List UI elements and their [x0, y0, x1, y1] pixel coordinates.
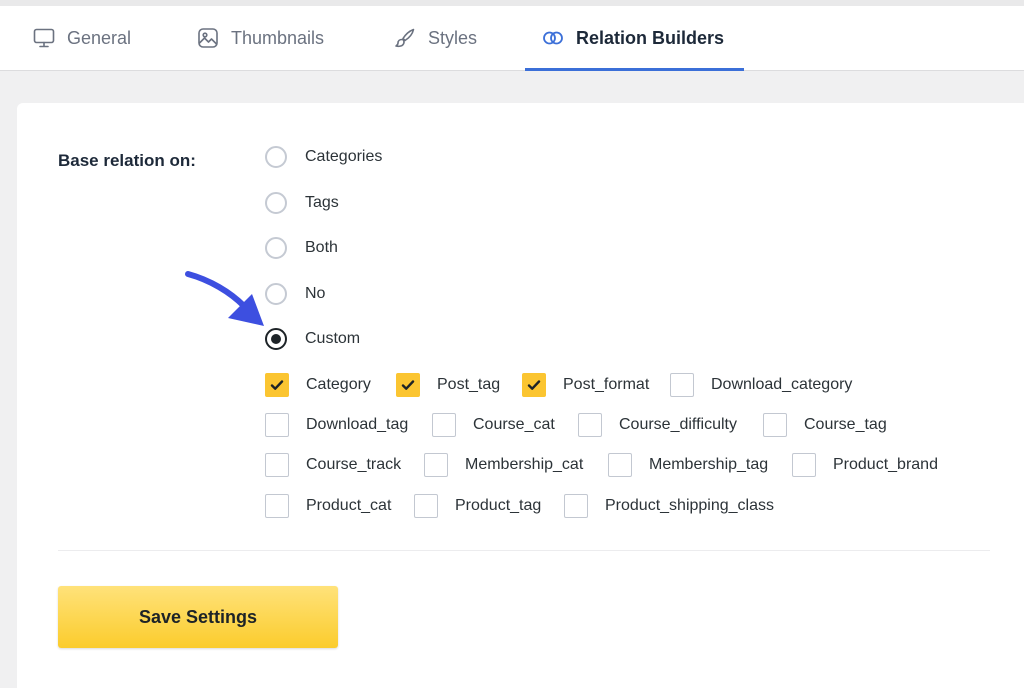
radio-label: Custom: [305, 330, 361, 347]
radio-both[interactable]: Both: [265, 234, 338, 262]
radio-no[interactable]: No: [265, 280, 325, 308]
checkbox-control[interactable]: [670, 373, 694, 397]
checkbox-label: Course_cat: [473, 416, 555, 433]
checkbox-control[interactable]: [763, 413, 787, 437]
checkbox-product-tag[interactable]: Product_tag: [414, 493, 541, 519]
radio-label: No: [305, 285, 326, 302]
checkbox-label: Course_difficulty: [619, 416, 737, 433]
checkbox-control[interactable]: [414, 494, 438, 518]
checkbox-label: Product_tag: [455, 497, 542, 514]
settings-tabs: General Thumbnails Styles Relation Build…: [0, 6, 1024, 71]
checkbox-control[interactable]: [564, 494, 588, 518]
checkbox-label: Product_shipping_class: [605, 497, 774, 514]
checkbox-course-track[interactable]: Course_track: [265, 452, 401, 478]
checkbox-label: Membership_cat: [465, 456, 584, 473]
checkbox-post-format[interactable]: Post_format: [522, 372, 649, 398]
checkbox-label: Download_tag: [306, 416, 409, 433]
checkbox-category[interactable]: Category: [265, 372, 371, 398]
checkbox-control[interactable]: [432, 413, 456, 437]
radio-label: Both: [305, 239, 338, 256]
checkbox-label: Download_category: [711, 376, 853, 393]
tab-general[interactable]: General: [32, 6, 131, 70]
checkbox-label: Course_track: [306, 456, 402, 473]
checkbox-control[interactable]: [265, 413, 289, 437]
checkbox-post-tag[interactable]: Post_tag: [396, 372, 500, 398]
tab-thumbnails-label: Thumbnails: [231, 27, 325, 48]
radio-categories[interactable]: Categories: [265, 143, 382, 171]
checkbox-control[interactable]: [608, 453, 632, 477]
checkbox-label: Product_brand: [833, 456, 938, 473]
save-settings-button[interactable]: Save Settings: [58, 586, 338, 648]
divider: [58, 550, 990, 551]
image-icon: [196, 26, 220, 50]
checkbox-label: Category: [306, 376, 371, 393]
checkbox-control[interactable]: [265, 453, 289, 477]
monitor-icon: [32, 26, 56, 50]
tab-thumbnails[interactable]: Thumbnails: [196, 6, 324, 70]
radio-control[interactable]: [265, 237, 287, 259]
link-rings-icon: [541, 26, 565, 50]
checkbox-membership-tag[interactable]: Membership_tag: [608, 452, 768, 478]
checkbox-course-difficulty[interactable]: Course_difficulty: [578, 412, 737, 438]
checkbox-product-shipping-class[interactable]: Product_shipping_class: [564, 493, 774, 519]
checkbox-membership-cat[interactable]: Membership_cat: [424, 452, 583, 478]
radio-custom[interactable]: Custom: [265, 325, 360, 353]
annotation-arrow-icon: [185, 271, 264, 326]
checkbox-label: Course_tag: [804, 416, 887, 433]
tab-relation-builders-label: Relation Builders: [576, 27, 725, 48]
checkbox-control[interactable]: [792, 453, 816, 477]
checkbox-control[interactable]: [424, 453, 448, 477]
radio-control[interactable]: [265, 192, 287, 214]
checkbox-label: Post_tag: [437, 376, 501, 393]
radio-label: Categories: [305, 148, 383, 165]
base-relation-label: Base relation on:: [58, 151, 196, 170]
tab-styles[interactable]: Styles: [393, 6, 477, 70]
tab-relation-builders[interactable]: Relation Builders: [525, 6, 745, 71]
checkbox-course-tag[interactable]: Course_tag: [763, 412, 887, 438]
checkbox-control[interactable]: [396, 373, 420, 397]
radio-label: Tags: [305, 194, 339, 211]
checkbox-control[interactable]: [265, 494, 289, 518]
checkbox-download-tag[interactable]: Download_tag: [265, 412, 408, 438]
checkbox-product-cat[interactable]: Product_cat: [265, 493, 391, 519]
checkbox-control[interactable]: [522, 373, 546, 397]
checkbox-course-cat[interactable]: Course_cat: [432, 412, 555, 438]
checkbox-label: Membership_tag: [649, 456, 769, 473]
checkmark-icon: [270, 380, 284, 390]
checkbox-control[interactable]: [578, 413, 602, 437]
checkbox-label: Product_cat: [306, 497, 392, 514]
checkbox-label: Post_format: [563, 376, 650, 393]
checkbox-download-category[interactable]: Download_category: [670, 372, 852, 398]
radio-tags[interactable]: Tags: [265, 189, 339, 217]
checkmark-icon: [527, 380, 541, 390]
brush-icon: [393, 26, 417, 50]
tab-styles-label: Styles: [428, 27, 478, 48]
settings-panel: Base relation on: Categories Tags Both N…: [17, 103, 1024, 688]
radio-control[interactable]: [265, 146, 287, 168]
tab-general-label: General: [67, 27, 132, 48]
checkbox-control[interactable]: [265, 373, 289, 397]
checkmark-icon: [401, 380, 415, 390]
checkbox-product-brand[interactable]: Product_brand: [792, 452, 938, 478]
